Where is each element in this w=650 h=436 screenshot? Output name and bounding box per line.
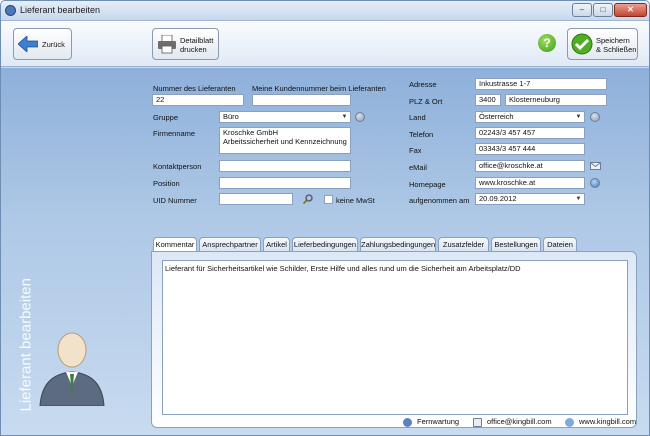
footer-email-label: office@kingbill.com <box>487 417 552 426</box>
fax-field[interactable]: 03343/3 457 444 <box>475 143 585 155</box>
customer-number-field[interactable] <box>252 94 351 106</box>
country-value: Österreich <box>479 112 514 121</box>
back-button[interactable]: Zurück <box>13 28 72 60</box>
tab-zahlungsbedingungen[interactable]: Zahlungsbedingungen <box>360 237 436 251</box>
print-label-line2: drucken <box>180 45 207 54</box>
address-field[interactable]: Inkustrasse 1-7 <box>475 78 607 90</box>
group-value: Büro <box>223 112 239 121</box>
group-settings-icon[interactable] <box>355 112 365 122</box>
remote-support-icon <box>403 417 412 427</box>
save-close-button[interactable]: Speichern & Schließen <box>567 28 638 60</box>
chevron-down-icon: ▼ <box>575 114 582 120</box>
mail-icon[interactable] <box>590 161 601 171</box>
globe-icon <box>565 417 574 427</box>
comment-panel: Lieferant für Sicherheitsartikel wie Sch… <box>151 251 637 428</box>
country-settings-icon[interactable] <box>590 112 600 122</box>
globe-icon[interactable] <box>590 178 600 188</box>
added-date-label: aufgenommen am <box>409 196 470 205</box>
tab-dateien[interactable]: Dateien <box>543 237 577 251</box>
window-title: Lieferant bearbeiten <box>20 5 101 15</box>
homepage-field[interactable]: www.kroschke.at <box>475 177 585 189</box>
position-field[interactable] <box>219 177 351 189</box>
no-vat-checkbox[interactable] <box>324 195 333 204</box>
added-date-value: 20.09.2012 <box>479 194 517 203</box>
city-field[interactable]: Klosterneuburg <box>505 94 607 106</box>
country-select[interactable]: Österreich ▼ <box>475 111 585 123</box>
address-label: Adresse <box>409 80 437 89</box>
company-label: Firmenname <box>153 129 196 138</box>
tab-zusatzfelder[interactable]: Zusatzfelder <box>438 237 489 251</box>
printer-icon <box>158 35 176 54</box>
phone-label: Telefon <box>409 130 434 139</box>
added-date-picker[interactable]: 20.09.2012 ▼ <box>475 193 585 205</box>
zip-city-label: PLZ & Ort <box>409 97 443 106</box>
maximize-button[interactable]: □ <box>593 3 613 17</box>
email-label: eMail <box>409 163 427 172</box>
help-icon[interactable]: ? <box>538 34 556 52</box>
toolbar: Zurück Detailblatt drucken ? Speichern &… <box>1 21 649 67</box>
print-label-line1: Detailblatt <box>180 36 214 45</box>
email-field[interactable]: office@kroschke.at <box>475 160 585 172</box>
footer-web-label: www.kingbill.com <box>579 417 637 426</box>
tab-lieferbedingungen[interactable]: Lieferbedingungen <box>292 237 358 251</box>
chevron-down-icon: ▼ <box>575 196 582 202</box>
app-icon <box>5 5 16 16</box>
company-line1: Kroschke GmbH <box>223 128 279 137</box>
phone-field[interactable]: 02243/3 457 457 <box>475 127 585 139</box>
position-label: Position <box>153 179 180 188</box>
group-label: Gruppe <box>153 113 179 122</box>
supplier-number-field[interactable]: 22 <box>152 94 244 106</box>
customer-number-label: Meine Kundennummer beim Lieferanten <box>252 84 386 93</box>
no-vat-label: keine MwSt <box>336 196 375 205</box>
comment-textarea[interactable]: Lieferant für Sicherheitsartikel wie Sch… <box>162 260 628 415</box>
zip-field[interactable]: 3400 <box>475 94 501 106</box>
tab-artikel[interactable]: Artikel <box>263 237 290 251</box>
footer-email-link[interactable]: office@kingbill.com <box>473 417 552 427</box>
country-label: Land <box>409 113 426 122</box>
title-bar: Lieferant bearbeiten – □ ✕ <box>1 1 649 21</box>
search-icon[interactable] <box>303 194 313 204</box>
footer-web-link[interactable]: www.kingbill.com <box>565 417 636 427</box>
tab-ansprechpartner[interactable]: Ansprechpartner <box>199 237 261 251</box>
contact-label: Kontaktperson <box>153 162 202 171</box>
tab-kommentar[interactable]: Kommentar <box>153 237 197 252</box>
contact-field[interactable] <box>219 160 351 172</box>
uid-label: UID Nummer <box>153 196 197 205</box>
homepage-label: Homepage <box>409 180 446 189</box>
print-detail-button[interactable]: Detailblatt drucken <box>152 28 219 60</box>
arrow-left-icon <box>18 36 38 52</box>
checkmark-icon <box>571 33 593 55</box>
remote-support-link[interactable]: Fernwartung <box>403 417 459 427</box>
back-label: Zurück <box>42 40 65 49</box>
fax-label: Fax <box>409 146 422 155</box>
company-line2: Arbeitssicherheit und Kennzeichnung <box>223 137 347 146</box>
user-avatar-icon <box>39 332 105 406</box>
minimize-button[interactable]: – <box>572 3 592 17</box>
app-window: Lieferant bearbeiten – □ ✕ Zurück Detail… <box>0 0 650 436</box>
close-button[interactable]: ✕ <box>614 3 647 17</box>
uid-field[interactable] <box>219 193 293 205</box>
main-area: Lieferant bearbeiten Nummer des Lieferan… <box>1 68 649 435</box>
remote-support-label: Fernwartung <box>417 417 460 426</box>
save-label-line1: Speichern <box>596 36 630 45</box>
sidebar: Lieferant bearbeiten <box>1 68 151 435</box>
sidebar-title: Lieferant bearbeiten <box>17 278 35 412</box>
company-field[interactable]: Kroschke GmbH Arbeitssicherheit und Kenn… <box>219 127 351 154</box>
footer: Fernwartung office@kingbill.com www.king… <box>151 414 649 430</box>
supplier-number-label: Nummer des Lieferanten <box>153 84 236 93</box>
chevron-down-icon: ▼ <box>341 114 348 120</box>
tab-container: Kommentar Ansprechpartner Artikel Liefer… <box>151 237 637 428</box>
tab-bestellungen[interactable]: Bestellungen <box>491 237 541 251</box>
group-select[interactable]: Büro ▼ <box>219 111 351 123</box>
save-label-line2: & Schließen <box>596 45 637 54</box>
mail-icon <box>473 417 482 427</box>
